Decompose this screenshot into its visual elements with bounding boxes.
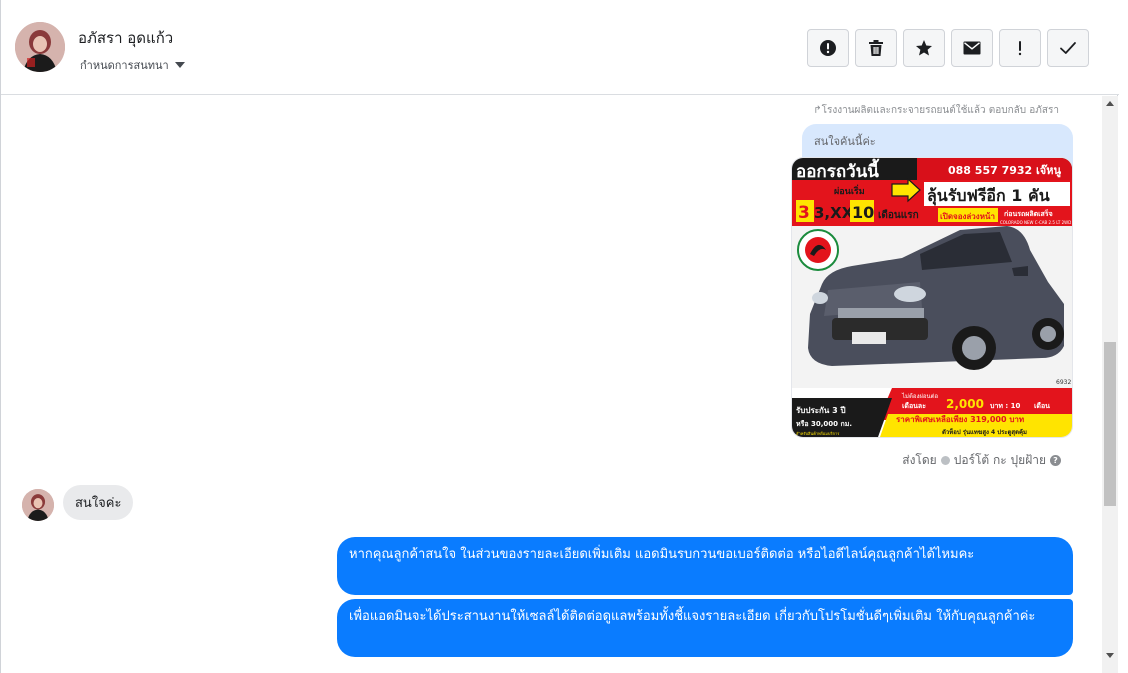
sent-by-name[interactable]: ปอร์โต้ กะ ปุยฝ้าย bbox=[954, 451, 1046, 470]
inbox-panel: อภัสรา อุดแก้ว กำหนดการสนทนา ↱โรงงานผลิต… bbox=[0, 0, 1119, 673]
contact-avatar[interactable] bbox=[15, 22, 65, 72]
ad-warranty-1: รับประกัน 3 ปี bbox=[796, 405, 846, 415]
caret-down-icon bbox=[174, 62, 185, 68]
reply-arrow-icon: ↱ bbox=[813, 105, 822, 116]
ad-warranty-2: หรือ 30,000 กม. bbox=[796, 420, 852, 428]
assign-conversation-label: กำหนดการสนทนา bbox=[80, 59, 169, 72]
scrollbar-thumb[interactable] bbox=[1104, 342, 1116, 506]
ad-months-big: 10 bbox=[852, 203, 874, 222]
car-ad-graphic: ออกรถวันนี้ 088 557 7932 เจ๊หนู ผ่อนเริ่… bbox=[792, 158, 1072, 437]
assign-conversation-dropdown[interactable]: กำหนดการสนทนา bbox=[80, 56, 185, 74]
agent-message-bubble[interactable]: เพื่อแอดมินจะได้ประสานงานให้เซลล์ได้ติดต… bbox=[337, 599, 1073, 657]
status-dot-icon bbox=[940, 456, 950, 465]
customer-message-bubble[interactable]: สนใจค่ะ bbox=[63, 485, 134, 520]
agent-message-text: เพื่อแอดมินจะได้ประสานงานให้เซลล์ได้ติดต… bbox=[349, 609, 1036, 624]
ad-model: COLORADO NEW C-CAB 2.5 LT 2WD bbox=[1000, 220, 1071, 225]
envelope-icon bbox=[963, 41, 981, 55]
mark-spam-button[interactable] bbox=[807, 29, 849, 67]
mark-done-button[interactable] bbox=[1047, 29, 1089, 67]
car-ad-image[interactable]: ออกรถวันนี้ 088 557 7932 เจ๊หนู ผ่อนเริ่… bbox=[791, 157, 1073, 438]
sent-by-prefix: ส่งโดย bbox=[902, 453, 937, 467]
star-button[interactable] bbox=[903, 29, 945, 67]
ad-promo-2: เดือนละ bbox=[902, 402, 926, 410]
ad-promo-amount: 2,000 bbox=[946, 397, 984, 411]
sent-by-label: ส่งโดย ปอร์โต้ กะ ปุยฝ้าย ? bbox=[902, 451, 1061, 470]
mark-unread-button[interactable] bbox=[951, 29, 993, 67]
ad-months-label: เดือนแรก bbox=[878, 209, 919, 221]
ad-before-label: ก่อนรถผลิตเสร็จ bbox=[1004, 209, 1053, 218]
ad-booking: เปิดจองล่วงหน้า bbox=[940, 211, 995, 221]
quoted-message-text: สนใจคันนี้ค่ะ bbox=[814, 135, 876, 148]
scroll-down-arrow-icon[interactable] bbox=[1106, 653, 1114, 658]
trash-icon bbox=[869, 40, 883, 56]
ad-promo-1: ไม่ต้องผ่อนต่อ bbox=[901, 392, 939, 400]
replied-to-label: ↱โรงงานผลิตและกระจายรถยนต์ใช้แล้ว ตอบกลั… bbox=[813, 105, 1059, 116]
ad-prize: ลุ้นรับฟรีอีก 1 คัน bbox=[927, 186, 1050, 206]
ad-headline: ออกรถวันนี้ bbox=[796, 158, 879, 182]
conversation-header: อภัสรา อุดแก้ว กำหนดการสนทนา bbox=[1, 0, 1119, 95]
conversation-actions bbox=[807, 29, 1089, 67]
help-icon[interactable]: ? bbox=[1050, 455, 1061, 466]
ad-promo-unit: บาท : 10 bbox=[990, 402, 1021, 410]
svg-text:3: 3 bbox=[798, 203, 810, 223]
ad-special-price: ราคาพิเศษเหลือเพียง 319,000 บาท bbox=[896, 414, 1024, 424]
messages-scrollbar[interactable] bbox=[1102, 96, 1118, 673]
star-icon bbox=[916, 40, 932, 56]
customer-message-text: สนใจค่ะ bbox=[75, 496, 122, 511]
follow-up-button[interactable] bbox=[999, 29, 1041, 67]
alert-circle-icon bbox=[820, 40, 836, 56]
contact-name[interactable]: อภัสรา อุดแก้ว bbox=[78, 26, 173, 50]
ad-phone: 088 557 7932 เจ๊หนู bbox=[948, 164, 1061, 178]
check-icon bbox=[1060, 42, 1076, 54]
delete-button[interactable] bbox=[855, 29, 897, 67]
ad-small-note: สำหรับสินค้าพร้อมบริการ bbox=[796, 431, 840, 436]
agent-message-bubble[interactable]: หากคุณลูกค้าสนใจ ในส่วนของรายละเอียดเพิ่… bbox=[337, 537, 1073, 595]
scroll-up-arrow-icon[interactable] bbox=[1106, 101, 1114, 106]
ad-contact-line: ตัวท็อป รุ่นแทฆสูง 4 ประตูสุดคุ้ม bbox=[942, 427, 1027, 437]
ad-stock-number: 6932 bbox=[1056, 379, 1071, 386]
exclamation-icon bbox=[1018, 41, 1022, 56]
ad-promo-months: เดือน bbox=[1034, 402, 1050, 410]
customer-avatar[interactable] bbox=[22, 489, 54, 521]
agent-message-text: หากคุณลูกค้าสนใจ ในส่วนของรายละเอียดเพิ่… bbox=[349, 547, 975, 562]
